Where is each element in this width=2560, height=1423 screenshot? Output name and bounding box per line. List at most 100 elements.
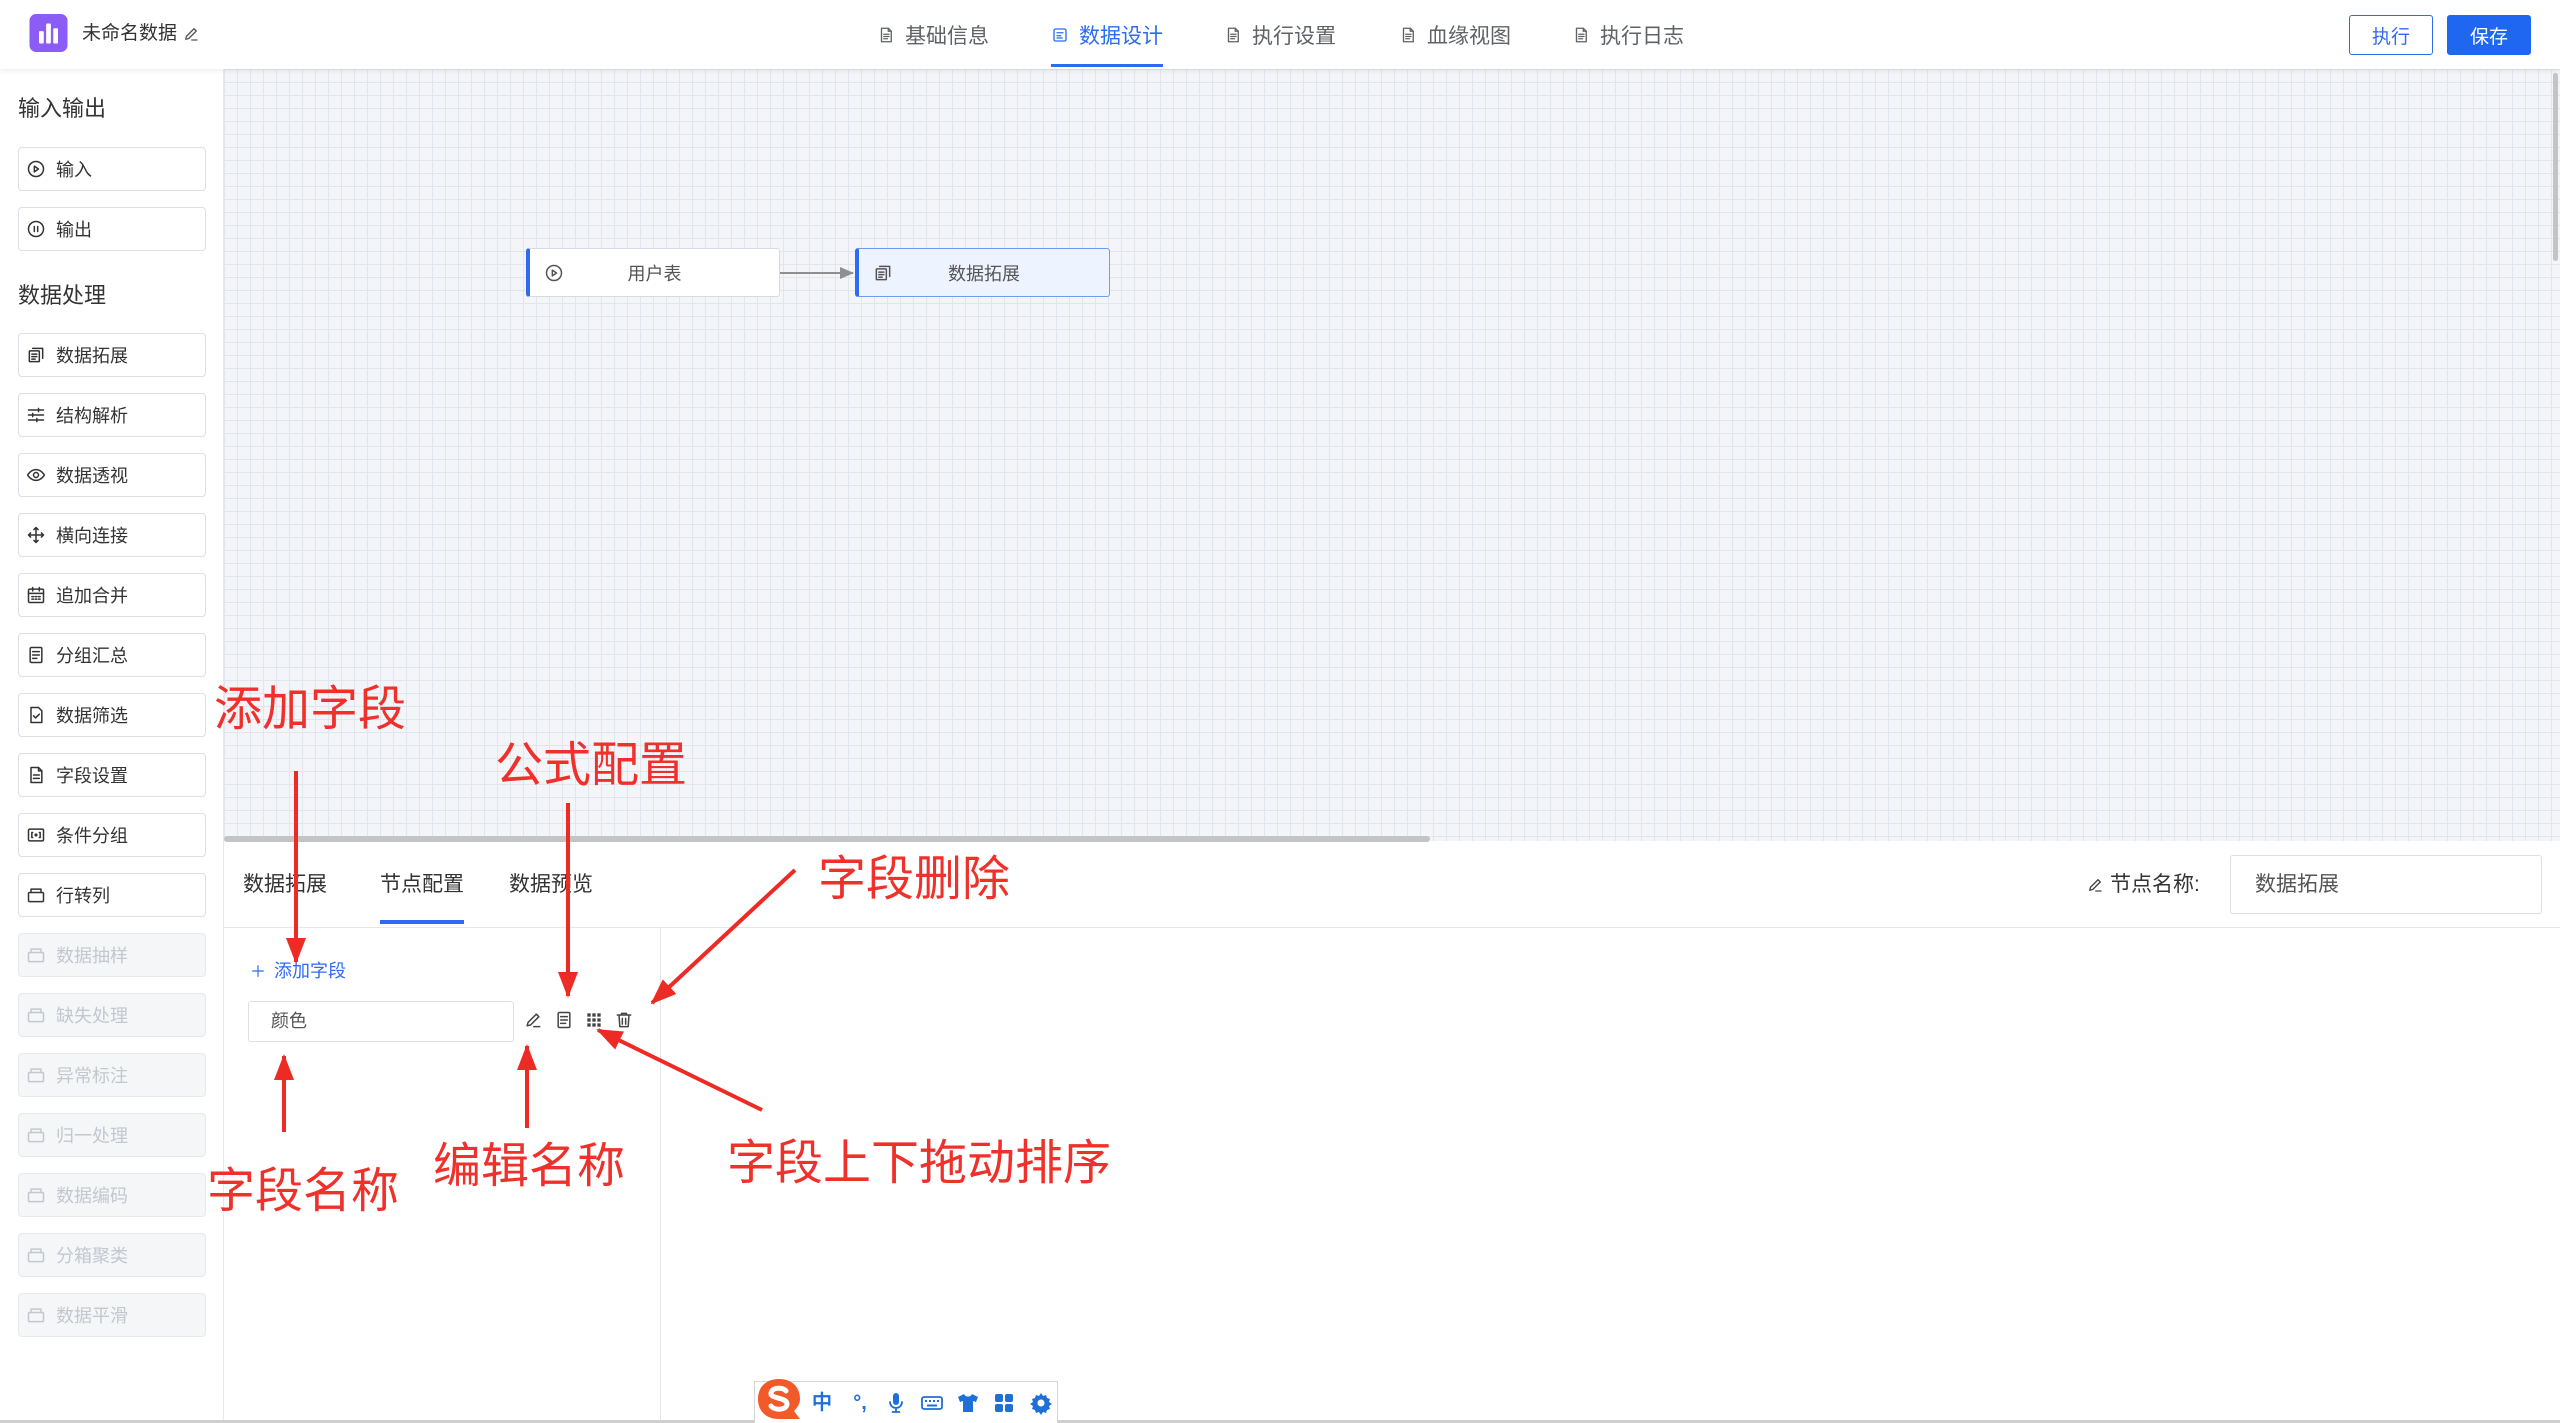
eye-icon [26, 465, 46, 485]
sidebar-item-horizontal-join[interactable]: 横向连接 [18, 513, 206, 557]
formula-icon[interactable] [554, 1010, 574, 1030]
sidebar-item-label: 输出 [56, 220, 92, 240]
tab-label: 基础信息 [905, 24, 989, 48]
node-label: 用户表 [627, 263, 682, 284]
sidebar-item-label: 数据平滑 [56, 1306, 128, 1326]
active-tab-indicator [1051, 64, 1163, 67]
ime-punctuation-toggle[interactable]: °, [848, 1391, 872, 1415]
sidebar-item-field-settings[interactable]: 字段设置 [18, 753, 206, 797]
annotation-formula-config: 公式配置 [495, 739, 688, 792]
node-config-panel [224, 842, 2560, 1423]
divider [660, 927, 661, 1423]
sidebar-item-label: 结构解析 [56, 406, 128, 426]
panel-tab-data-preview[interactable]: 数据预览 [509, 870, 593, 900]
doc-check-icon [26, 705, 46, 725]
active-tab-indicator [380, 920, 464, 924]
section-title-input-output: 输入输出 [18, 96, 107, 121]
sidebar-item-input[interactable]: 输入 [18, 147, 206, 191]
field-name-input[interactable]: 颜色 [248, 1001, 514, 1042]
edit-icon [2086, 876, 2104, 894]
canvas-vertical-scrollbar[interactable] [2553, 73, 2558, 261]
annotation-drag-sort: 字段上下拖动排序 [727, 1137, 1112, 1190]
keyboard-icon[interactable] [920, 1391, 944, 1415]
panel-tab-data-expand[interactable]: 数据拓展 [243, 870, 327, 900]
sidebar-item-label: 数据抽样 [56, 946, 128, 966]
doc-icon [26, 765, 46, 785]
tab-execution-settings[interactable]: 执行设置 [1224, 0, 1336, 69]
copy-doc-icon [26, 345, 46, 365]
document-icon [877, 26, 895, 44]
move-icon [26, 525, 46, 545]
sidebar-item-group-summary[interactable]: 分组汇总 [18, 633, 206, 677]
annotation-field-delete: 字段删除 [818, 853, 1011, 906]
mic-icon[interactable] [884, 1391, 908, 1415]
tray-icon [26, 945, 46, 965]
drag-grid-icon[interactable] [584, 1010, 604, 1030]
edit-icon[interactable] [182, 25, 200, 43]
play-circle-icon [544, 263, 564, 283]
sidebar-item-output[interactable]: 输出 [18, 207, 206, 251]
sidebar-item-label: 分组汇总 [56, 646, 128, 666]
save-button[interactable]: 保存 [2447, 15, 2531, 55]
apps-icon[interactable] [992, 1391, 1016, 1415]
tab-data-design[interactable]: 数据设计 [1051, 0, 1163, 69]
flow-node-data-expand[interactable]: 数据拓展 [855, 248, 1110, 297]
sidebar-item-label: 条件分组 [56, 826, 128, 846]
sidebar-item-row-to-column[interactable]: 行转列 [18, 873, 206, 917]
flow-node-user-table[interactable]: 用户表 [526, 248, 780, 297]
sidebar-item-label: 数据透视 [56, 466, 128, 486]
document-icon [1399, 26, 1417, 44]
sidebar-item-normalization: 归一处理 [18, 1113, 206, 1157]
sidebar-item-data-pivot[interactable]: 数据透视 [18, 453, 206, 497]
gear-icon[interactable] [1029, 1391, 1053, 1415]
tab-lineage-view[interactable]: 血缘视图 [1399, 0, 1511, 69]
node-name-label: 节点名称: [2110, 873, 2200, 896]
ime-logo[interactable] [754, 1375, 804, 1423]
page-title: 未命名数据 [82, 23, 178, 44]
sidebar-item-label: 归一处理 [56, 1126, 128, 1146]
annotation-add-field: 添加字段 [214, 683, 407, 736]
doc-list-icon [26, 645, 46, 665]
pause-circle-icon [26, 219, 46, 239]
copy-doc-icon [873, 263, 893, 283]
trash-icon[interactable] [614, 1010, 634, 1030]
sidebar-item-label: 分箱聚类 [56, 1246, 128, 1266]
tray-icon [26, 1065, 46, 1085]
tray-icon [26, 1305, 46, 1325]
sliders-icon [26, 405, 46, 425]
tab-execution-log[interactable]: 执行日志 [1572, 0, 1684, 69]
sidebar-item-label: 异常标注 [56, 1066, 128, 1086]
ime-language-toggle[interactable]: 中 [810, 1391, 834, 1415]
tab-basic-info[interactable]: 基础信息 [877, 0, 989, 69]
data-processing-list: 数据拓展 结构解析 数据透视 横向连接 追加合并 分组汇总 数据筛选 字段设置 [0, 333, 224, 1353]
edit-icon[interactable] [523, 1010, 543, 1030]
shirt-icon[interactable] [956, 1391, 980, 1415]
calendar-icon [26, 585, 46, 605]
node-name-input[interactable]: 数据拓展 [2230, 855, 2542, 914]
tray-icon [26, 1005, 46, 1025]
sidebar-item-structure-parse[interactable]: 结构解析 [18, 393, 206, 437]
tray-icon [26, 1185, 46, 1205]
flow-canvas[interactable] [224, 69, 2560, 841]
sidebar-item-label: 数据编码 [56, 1186, 128, 1206]
app-logo [29, 14, 68, 52]
tray-icon [26, 1245, 46, 1265]
run-button[interactable]: 执行 [2349, 15, 2433, 55]
sidebar-item-data-filter[interactable]: 数据筛选 [18, 693, 206, 737]
tray-icon [26, 1125, 46, 1145]
add-field-button[interactable]: 添加字段 [274, 958, 346, 984]
sidebar-item-label: 字段设置 [56, 766, 128, 786]
sidebar-item-data-expand[interactable]: 数据拓展 [18, 333, 206, 377]
sidebar-item-data-encoding: 数据编码 [18, 1173, 206, 1217]
node-palette-sidebar: 输入输出 输入 输出 数据处理 数据拓展 结构解析 数据透视 横向连接 追加合并… [0, 69, 224, 1423]
plus-icon[interactable] [250, 963, 266, 979]
sidebar-item-missing-handling: 缺失处理 [18, 993, 206, 1037]
panel-tab-node-config[interactable]: 节点配置 [380, 870, 464, 900]
tab-label: 执行日志 [1600, 24, 1684, 48]
divider [224, 927, 2560, 928]
sidebar-item-label: 输入 [56, 160, 92, 180]
sidebar-item-conditional-group[interactable]: 条件分组 [18, 813, 206, 857]
document-icon [1224, 26, 1242, 44]
annotation-field-name: 字段名称 [207, 1165, 400, 1218]
sidebar-item-append-merge[interactable]: 追加合并 [18, 573, 206, 617]
